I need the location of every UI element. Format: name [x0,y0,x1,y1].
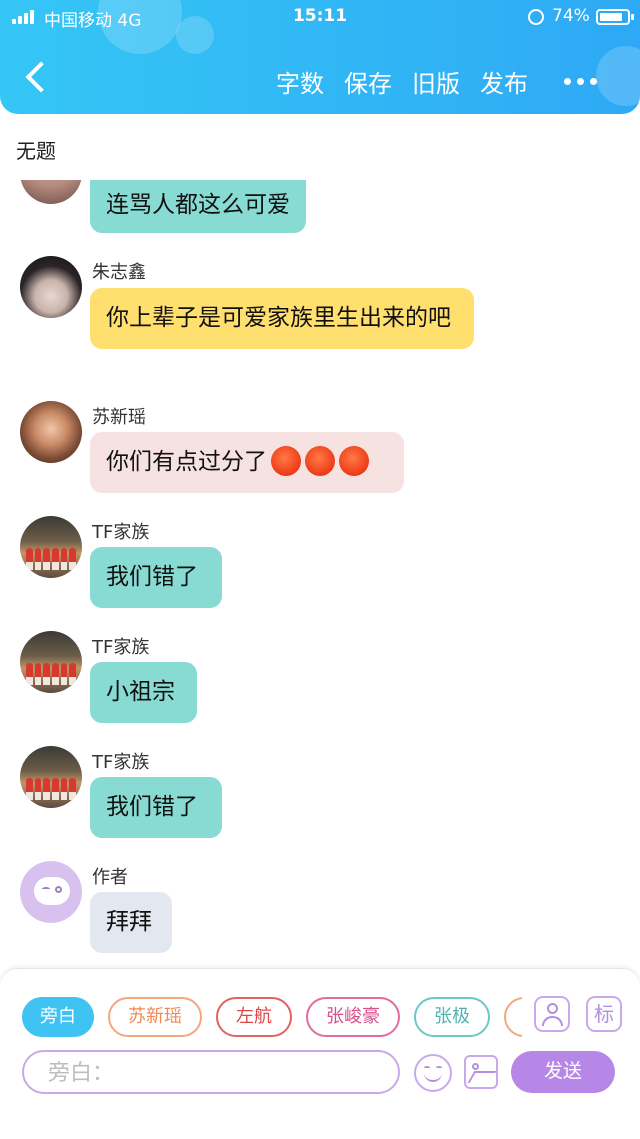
person-icon [547,1003,558,1014]
role-selector[interactable]: 旁白 苏新瑶 左航 张峻豪 张极 [22,997,522,1037]
angry-face-icon [305,445,335,476]
message-bubble[interactable]: 拜拜 [90,892,172,953]
sender-name: TF家族 [92,637,150,658]
angry-face-icon [339,445,369,476]
header-decoration [596,46,640,106]
publish-button[interactable]: 发布 [480,64,528,99]
sender-name: 作者 [92,867,128,888]
image-icon[interactable] [464,1055,498,1089]
emoji-icon[interactable] [414,1054,452,1092]
chat-list[interactable]: 连骂人都这么可爱 朱志鑫 你上辈子是可爱家族里生出来的吧 苏新瑶 你们有点过分了… [0,180,640,970]
avatar[interactable] [20,861,82,923]
message-input-box[interactable] [22,1050,400,1094]
battery-cap [631,14,634,20]
sender-name: TF家族 [92,752,150,773]
document-title[interactable]: 无题 [16,135,56,164]
message-bubble[interactable]: 你上辈子是可爱家族里生出来的吧 [90,288,474,349]
role-chip-zhang-ji[interactable]: 张极 [414,997,490,1037]
role-manage-button[interactable] [534,996,570,1032]
clock: 15:11 [292,6,348,26]
back-icon[interactable] [25,61,57,93]
save-button[interactable]: 保存 [344,64,392,99]
role-chip-su-xinyao[interactable]: 苏新瑶 [108,997,202,1037]
author-eye [55,886,62,893]
author-chat-icon [34,877,70,905]
role-chip-zhang-junhao[interactable]: 张峻豪 [306,997,400,1037]
top-bar: 中国移动 4G 15:11 74% 字数 保存 旧版 发布 [0,0,640,114]
message-bubble[interactable]: 你们有点过分了 [90,432,404,493]
person-icon-body [542,1016,563,1026]
avatar[interactable] [20,516,82,578]
role-chip-more[interactable] [504,997,522,1037]
more-icon[interactable] [564,78,597,85]
role-chip-zuo-hang[interactable]: 左航 [216,997,292,1037]
nav-actions: 字数 保存 旧版 发布 [276,64,528,99]
rotation-lock-icon [528,9,544,25]
author-eye [42,887,50,891]
role-chip-narration[interactable]: 旁白 [22,997,94,1037]
message-bubble[interactable]: 连骂人都这么可爱 [90,180,306,233]
message-bubble[interactable]: 我们错了 [90,547,222,608]
message-text: 你们有点过分了 [106,449,267,475]
avatar[interactable] [20,631,82,693]
sender-name: TF家族 [92,522,150,543]
sender-name: 苏新瑶 [92,407,146,428]
send-button[interactable]: 发送 [511,1051,615,1093]
message-bubble[interactable]: 小祖宗 [90,662,197,723]
sender-name: 朱志鑫 [92,262,146,283]
avatar[interactable] [20,401,82,463]
message-input[interactable] [48,1058,378,1088]
avatar[interactable] [20,256,82,318]
avatar[interactable] [20,746,82,808]
tag-button[interactable]: 标 [586,996,622,1032]
status-bar: 中国移动 4G 15:11 74% [0,0,640,34]
avatar[interactable] [20,180,82,204]
battery-percent: 74% [552,6,590,26]
battery-icon [596,9,630,25]
message-bubble[interactable]: 我们错了 [90,777,222,838]
angry-face-icon [271,445,301,476]
old-version-button[interactable]: 旧版 [412,64,460,99]
word-count-button[interactable]: 字数 [276,64,324,99]
